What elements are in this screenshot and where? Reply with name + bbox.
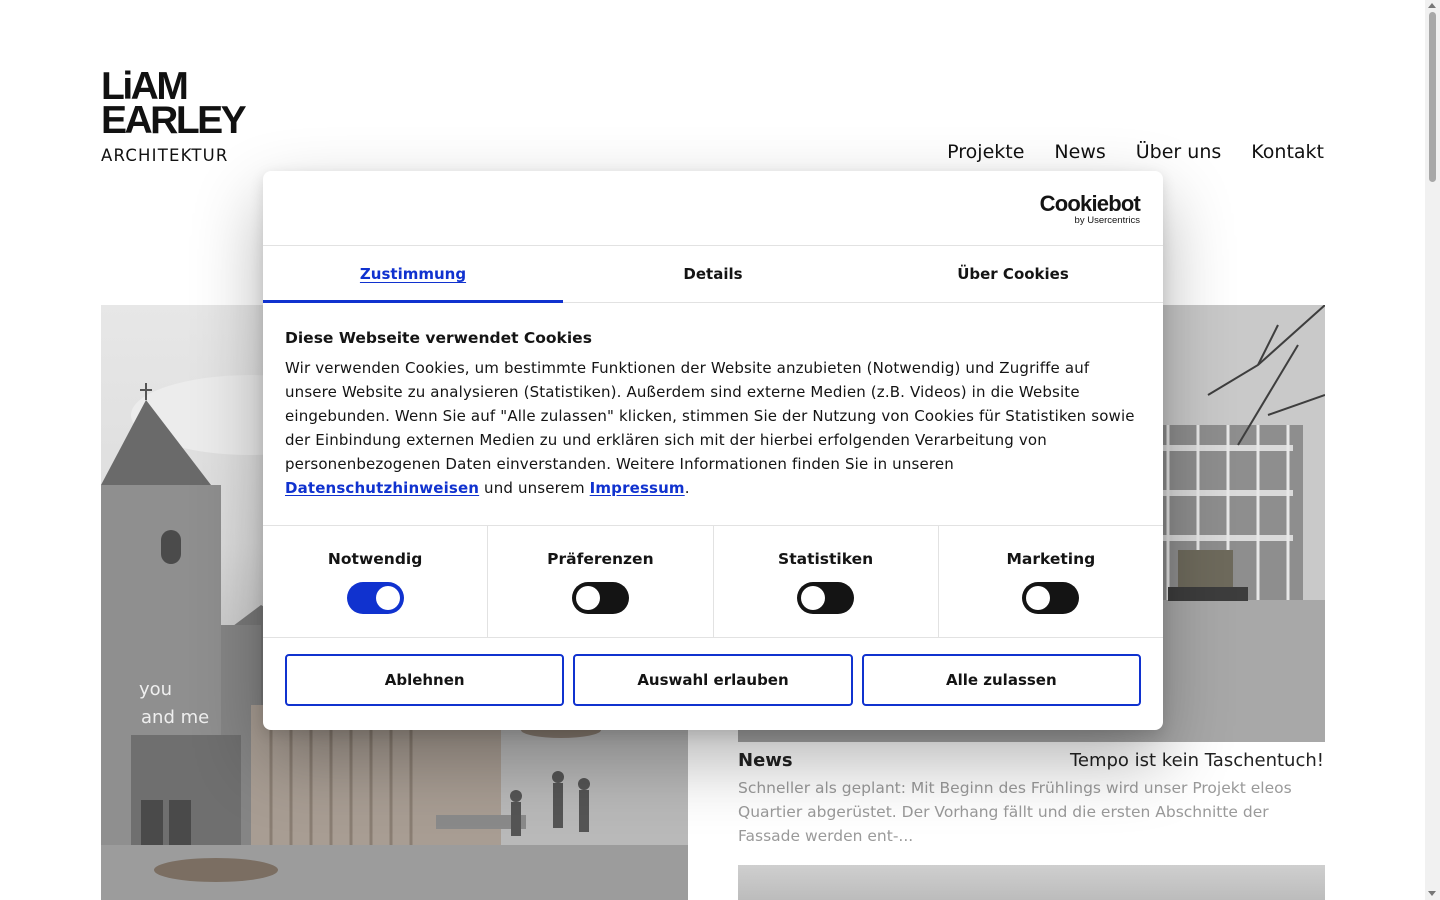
main-nav: Projekte News Über uns Kontakt bbox=[947, 141, 1324, 163]
nav-item-kontakt[interactable]: Kontakt bbox=[1251, 141, 1324, 163]
logo-line-3: ARCHITEKTUR bbox=[101, 146, 229, 165]
nav-item-news[interactable]: News bbox=[1054, 141, 1105, 163]
allow-selection-button[interactable]: Auswahl erlauben bbox=[573, 654, 853, 706]
scrollbar-thumb[interactable] bbox=[1429, 12, 1436, 182]
page-scrollbar[interactable] bbox=[1425, 0, 1440, 900]
news-card-excerpt: Schneller als geplant: Mit Beginn des Fr… bbox=[738, 779, 1292, 845]
tab-ueber-cookies-label: Über Cookies bbox=[957, 265, 1069, 283]
tab-zustimmung-label: Zustimmung bbox=[359, 265, 467, 283]
toggle-knob bbox=[375, 586, 400, 610]
consent-categories: Notwendig Präferenzen Statistiken Market… bbox=[263, 526, 1163, 638]
privacy-link[interactable]: Datenschutzhinweisen bbox=[285, 479, 479, 497]
toggle-knob bbox=[801, 586, 826, 610]
category-notwendig: Notwendig bbox=[263, 526, 489, 637]
dialog-actions: Ablehnen Auswahl erlauben Alle zulassen bbox=[263, 638, 1163, 722]
dialog-heading: Diese Webseite verwendet Cookies bbox=[285, 329, 592, 347]
news-image-2[interactable] bbox=[738, 865, 1325, 900]
toggle-notwendig[interactable] bbox=[346, 582, 404, 614]
dialog-header: Cookiebot by Usercentrics bbox=[263, 171, 1163, 246]
dialog-description: Wir verwenden Cookies, um bestimmte Funk… bbox=[285, 356, 1141, 500]
logo-line-2: EARLEY bbox=[101, 99, 247, 142]
site-logo[interactable]: LiAM EARLEY ARCHITEKTUR bbox=[101, 67, 273, 166]
nav-item-ueber-uns[interactable]: Über uns bbox=[1136, 141, 1222, 163]
category-statistiken: Statistiken bbox=[714, 526, 939, 637]
category-notwendig-label: Notwendig bbox=[327, 550, 423, 568]
tab-ueber-cookies[interactable]: Über Cookies bbox=[863, 246, 1163, 302]
cookie-consent-dialog: Cookiebot by Usercentrics Zustimmung Det… bbox=[263, 171, 1163, 730]
toggle-knob bbox=[575, 586, 600, 610]
description-text-middle: und unserem bbox=[479, 479, 590, 497]
tab-details[interactable]: Details bbox=[563, 246, 863, 302]
dialog-tabs: Zustimmung Details Über Cookies bbox=[263, 246, 1163, 303]
decline-button[interactable]: Ablehnen bbox=[285, 654, 565, 706]
description-text: Wir verwenden Cookies, um bestimmte Funk… bbox=[285, 359, 1135, 473]
scroll-down-arrow-icon[interactable] bbox=[1428, 891, 1436, 896]
allow-all-button[interactable]: Alle zulassen bbox=[861, 654, 1141, 706]
news-card-title[interactable]: Tempo ist kein Taschentuch! bbox=[1070, 750, 1324, 771]
tab-details-label: Details bbox=[683, 265, 743, 283]
nav-item-projekte[interactable]: Projekte bbox=[947, 141, 1024, 163]
category-marketing-label: Marketing bbox=[1006, 550, 1096, 568]
neon-text-and-me: and me bbox=[141, 707, 209, 728]
tab-zustimmung[interactable]: Zustimmung bbox=[263, 246, 563, 303]
cookiebot-sub: by Usercentrics bbox=[1074, 215, 1140, 226]
category-marketing: Marketing bbox=[939, 526, 1163, 637]
toggle-knob bbox=[1026, 586, 1051, 610]
category-praeferenzen: Präferenzen bbox=[488, 526, 714, 637]
news-card-category[interactable]: News bbox=[738, 750, 793, 771]
cookiebot-logo[interactable]: Cookiebot by Usercentrics bbox=[1039, 191, 1141, 227]
category-statistiken-label: Statistiken bbox=[778, 550, 874, 568]
cookiebot-name: Cookiebot bbox=[1039, 191, 1141, 216]
scroll-up-arrow-icon[interactable] bbox=[1428, 3, 1436, 8]
dialog-body: Diese Webseite verwendet Cookies Wir ver… bbox=[263, 303, 1163, 526]
neon-text-you: you bbox=[139, 679, 172, 700]
toggle-statistiken[interactable] bbox=[797, 582, 855, 614]
toggle-marketing[interactable] bbox=[1022, 582, 1080, 614]
category-praeferenzen-label: Präferenzen bbox=[547, 550, 654, 568]
toggle-praeferenzen[interactable] bbox=[571, 582, 629, 614]
imprint-link[interactable]: Impressum bbox=[590, 479, 685, 497]
description-text-end: . bbox=[684, 479, 690, 497]
